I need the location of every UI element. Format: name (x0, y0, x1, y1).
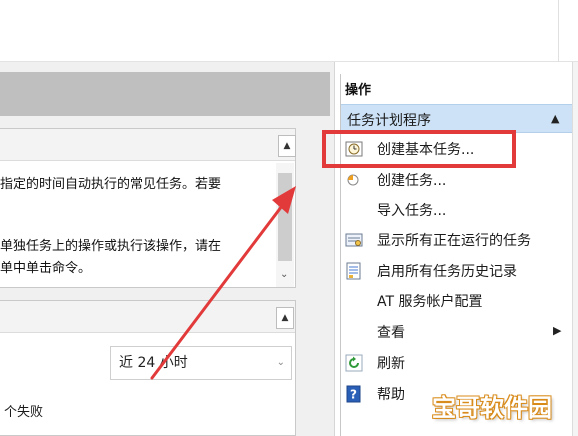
watermark-text: 宝哥软件园 (432, 394, 552, 422)
annotation-arrow (150, 186, 296, 380)
arrow-head (272, 186, 296, 214)
arrow-shaft (150, 196, 290, 380)
